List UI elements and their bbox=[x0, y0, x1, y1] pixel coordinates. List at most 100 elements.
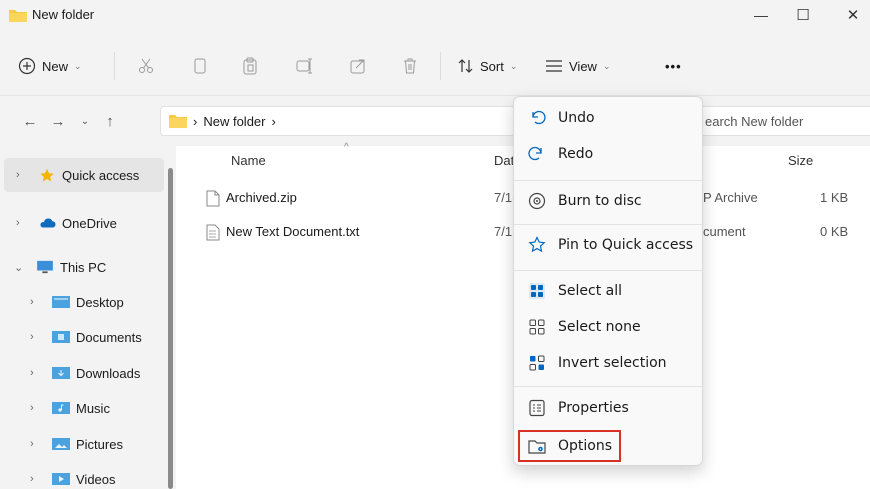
expand-icon[interactable]: › bbox=[30, 402, 44, 414]
downloads-folder-icon bbox=[52, 367, 70, 379]
expand-icon[interactable]: › bbox=[30, 438, 44, 450]
menu-item-label: Burn to disc bbox=[558, 193, 642, 209]
sidebar-item-label: Videos bbox=[76, 471, 116, 487]
copy-icon[interactable] bbox=[190, 56, 210, 76]
folder-icon bbox=[169, 115, 187, 128]
sidebar-item-label: Music bbox=[76, 400, 110, 416]
sidebar-scrollbar-thumb[interactable] bbox=[168, 168, 173, 489]
new-label: New bbox=[42, 58, 69, 74]
collapse-icon[interactable]: ⌄ bbox=[14, 261, 28, 274]
sidebar-item-music[interactable]: › Music bbox=[0, 391, 165, 425]
sidebar-item-label: Downloads bbox=[76, 365, 141, 381]
maximize-button[interactable]: ☐ bbox=[780, 0, 826, 30]
sidebar-item-documents[interactable]: › Documents bbox=[0, 320, 165, 354]
sidebar-item-onedrive[interactable]: › OneDrive bbox=[0, 206, 165, 240]
menu-item-label: Redo bbox=[558, 146, 594, 162]
undo-icon bbox=[528, 109, 546, 127]
navigation-pane: › Quick access › OneDrive ⌄ This PC › De… bbox=[0, 146, 176, 489]
file-name: Archived.zip bbox=[226, 190, 297, 205]
expand-icon[interactable]: › bbox=[16, 217, 30, 229]
search-input[interactable]: earch New folder bbox=[700, 106, 870, 136]
sort-button[interactable]: Sort ⌄ bbox=[458, 56, 517, 76]
sidebar-item-label: Pictures bbox=[76, 436, 123, 452]
close-icon: ✕ bbox=[846, 7, 860, 24]
back-button[interactable]: ← bbox=[20, 111, 40, 131]
sidebar-item-videos[interactable]: › Videos bbox=[0, 462, 165, 489]
sort-icon bbox=[458, 59, 473, 73]
properties-icon bbox=[528, 399, 546, 417]
sidebar-item-label: Documents bbox=[76, 329, 142, 345]
file-name: New Text Document.txt bbox=[226, 224, 360, 239]
address-bar[interactable]: › New folder › bbox=[160, 106, 515, 136]
menu-item-label: Invert selection bbox=[558, 355, 667, 371]
videos-folder-icon bbox=[52, 473, 70, 485]
delete-icon[interactable] bbox=[400, 56, 420, 76]
paste-icon[interactable] bbox=[240, 56, 260, 76]
sidebar-item-desktop[interactable]: › Desktop bbox=[0, 285, 165, 319]
redo-icon bbox=[528, 145, 546, 163]
menu-item-select-none[interactable]: Select none bbox=[518, 310, 698, 344]
share-icon[interactable] bbox=[348, 56, 368, 76]
view-button[interactable]: View ⌄ bbox=[545, 56, 611, 76]
view-icon bbox=[546, 60, 562, 72]
menu-item-properties[interactable]: Properties bbox=[518, 391, 698, 425]
expand-icon[interactable]: › bbox=[30, 296, 44, 308]
more-icon: ••• bbox=[665, 58, 682, 74]
sidebar-item-quick-access[interactable]: › Quick access bbox=[4, 158, 164, 192]
documents-folder-icon bbox=[52, 331, 70, 343]
view-label: View bbox=[569, 58, 597, 74]
recent-locations-button[interactable]: ⌄ bbox=[75, 111, 95, 131]
select-none-icon bbox=[528, 318, 546, 336]
column-header-date[interactable]: Dat bbox=[494, 153, 514, 168]
menu-item-burn-to-disc[interactable]: Burn to disc bbox=[518, 184, 698, 218]
menu-item-label: Undo bbox=[558, 110, 595, 126]
address-row: ← → ⌄ ↑ › New folder › earch New folder bbox=[0, 97, 870, 145]
menu-item-label: Select none bbox=[558, 319, 641, 335]
expand-icon[interactable]: › bbox=[30, 331, 44, 343]
sidebar-item-label: OneDrive bbox=[62, 215, 117, 231]
sort-caret-icon: ^ bbox=[344, 142, 349, 153]
cut-icon[interactable] bbox=[136, 56, 156, 76]
up-button[interactable]: ↑ bbox=[100, 111, 120, 131]
command-bar: New ⌄ Sort ⌄ View ⌄ ••• bbox=[0, 30, 870, 96]
expand-icon[interactable]: › bbox=[30, 473, 44, 485]
column-header-name[interactable]: Name bbox=[231, 153, 266, 168]
invert-selection-icon bbox=[528, 354, 546, 372]
star-icon bbox=[40, 168, 54, 182]
breadcrumb[interactable]: New folder bbox=[203, 114, 265, 129]
window-title: New folder bbox=[32, 7, 95, 22]
sidebar-item-this-pc[interactable]: ⌄ This PC bbox=[0, 250, 165, 284]
expand-icon[interactable]: › bbox=[16, 169, 30, 181]
plus-circle-icon bbox=[18, 57, 36, 75]
pc-icon bbox=[37, 260, 53, 274]
more-options-button[interactable]: ••• bbox=[665, 56, 682, 76]
close-button[interactable]: ✕ bbox=[830, 0, 870, 30]
cloud-icon bbox=[40, 218, 56, 228]
menu-divider bbox=[514, 224, 702, 225]
expand-icon[interactable]: › bbox=[30, 367, 44, 379]
file-type: P Archive bbox=[703, 190, 758, 205]
minimize-icon: — bbox=[754, 7, 768, 23]
menu-item-select-all[interactable]: Select all bbox=[518, 274, 698, 308]
pin-star-icon bbox=[528, 236, 546, 254]
menu-item-label: Select all bbox=[558, 283, 622, 299]
file-size: 1 KB bbox=[820, 190, 849, 205]
rename-icon[interactable] bbox=[295, 56, 315, 76]
sidebar-item-pictures[interactable]: › Pictures bbox=[0, 427, 165, 461]
sort-label: Sort bbox=[480, 58, 504, 74]
menu-item-undo[interactable]: Undo bbox=[518, 101, 698, 135]
menu-item-label: Properties bbox=[558, 400, 629, 416]
menu-item-redo[interactable]: Redo bbox=[518, 137, 698, 171]
column-header-size[interactable]: Size bbox=[788, 153, 813, 168]
minimize-button[interactable]: — bbox=[738, 0, 784, 30]
disc-icon bbox=[528, 192, 546, 210]
sidebar-item-downloads[interactable]: › Downloads bbox=[0, 356, 165, 390]
new-button[interactable]: New ⌄ bbox=[18, 54, 82, 78]
menu-item-pin-to-quick-access[interactable]: Pin to Quick access bbox=[518, 228, 698, 262]
search-placeholder: earch New folder bbox=[705, 113, 804, 129]
chevron-down-icon: ⌄ bbox=[74, 60, 82, 71]
text-file-icon bbox=[206, 224, 220, 241]
menu-item-invert-selection[interactable]: Invert selection bbox=[518, 346, 698, 380]
forward-button[interactable]: → bbox=[48, 111, 68, 131]
menu-divider bbox=[514, 386, 702, 387]
